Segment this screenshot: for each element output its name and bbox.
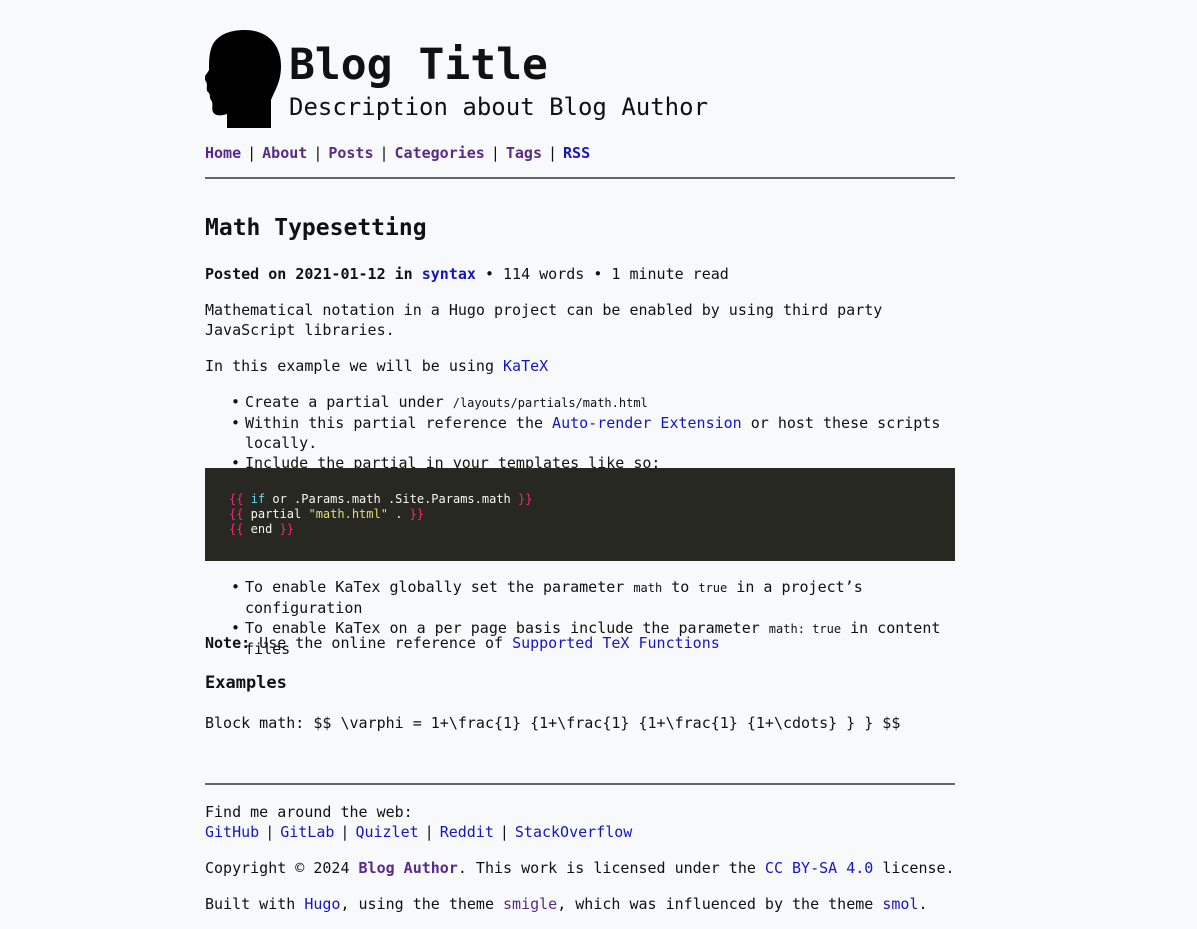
nav-separator: | <box>247 144 257 162</box>
example-prefix: In this example we will be using <box>205 357 504 375</box>
nav-categories[interactable]: Categories <box>395 144 485 162</box>
smol-link[interactable]: smol <box>882 895 918 913</box>
link-separator: | <box>424 823 434 841</box>
nav-separator: | <box>490 144 500 162</box>
github-link[interactable]: GitHub <box>205 823 259 841</box>
title-block: Blog Title Description about Blog Author <box>289 40 708 122</box>
social-links: GitHub | GitLab | Quizlet | Reddit | StackOverfl… <box>205 822 632 842</box>
list-item: Create a partial under /layouts/partials… <box>205 392 955 413</box>
category-link[interactable]: syntax <box>422 265 476 283</box>
nav-posts[interactable]: Posts <box>328 144 373 162</box>
nav-rss[interactable]: RSS <box>563 144 590 162</box>
list-item: Within this partial reference the Auto-r… <box>205 413 955 453</box>
code-line: {{ if or .Params.math .Site.Params.math … <box>229 492 931 507</box>
code-text: partial <box>243 507 309 521</box>
code-brace: }} <box>518 492 533 506</box>
stackoverflow-link[interactable]: StackOverflow <box>515 823 632 841</box>
inline-code: math: true <box>768 622 842 636</box>
inline-code: true <box>698 581 728 595</box>
code-text: . <box>387 507 410 521</box>
built-prefix: Built with <box>205 895 305 913</box>
code-brace: }} <box>409 507 425 521</box>
main-nav: Home | About | Posts | Categories | Tags | RSS <box>205 143 590 163</box>
meta-dot: • <box>593 265 603 283</box>
find-me-section: Find me around the web: GitHub | GitLab | Qu… <box>205 802 632 842</box>
footer-divider <box>205 783 955 785</box>
period: . <box>918 895 928 913</box>
header-divider <box>205 177 955 179</box>
hugo-link[interactable]: Hugo <box>304 895 340 913</box>
blog-title[interactable]: Blog Title <box>289 40 708 90</box>
code-block[interactable]: {{ if or .Params.math .Site.Params.math … <box>205 468 955 561</box>
built-with-line: Built with Hugo, using the theme smigle,… <box>205 894 927 914</box>
katex-link[interactable]: KaTeX <box>503 357 548 375</box>
intro-paragraph: Mathematical notation in a Hugo project … <box>205 301 883 339</box>
blog-description: Description about Blog Author <box>289 93 709 121</box>
author-silhouette-icon <box>205 30 281 128</box>
steps-list: Create a partial under /layouts/partials… <box>205 392 955 473</box>
copyright-prefix: Copyright © 2024 <box>205 859 359 877</box>
in-label: in <box>394 265 413 283</box>
auto-render-link[interactable]: Auto-render Extension <box>552 414 742 432</box>
block-math: Block math: $$ \varphi = 1+\frac{1} {1+\… <box>205 714 901 732</box>
meta-dot: • <box>484 265 494 283</box>
nav-separator: | <box>548 144 558 162</box>
read-time: 1 minute read <box>611 265 729 283</box>
posted-on-label: Posted on <box>205 265 287 283</box>
post-title: Math Typesetting <box>205 215 427 241</box>
code-text: end <box>243 522 280 536</box>
examples-heading: Examples <box>205 673 287 693</box>
license-link[interactable]: CC BY-SA 4.0 <box>765 859 873 877</box>
link-separator: | <box>265 823 275 841</box>
license-suffix: license. <box>873 859 955 877</box>
site-header: Blog Title Description about Blog Author <box>205 30 955 130</box>
code-brace: {{ <box>229 507 244 521</box>
influenced-mid: , which was influenced by the theme <box>557 895 883 913</box>
list-item: To enable KaTex globally set the paramet… <box>205 577 955 618</box>
inline-code: math <box>633 581 663 595</box>
code-line: {{ partial "math.html" . }} <box>229 507 931 522</box>
global-prefix: To enable KaTex globally set the paramet… <box>245 578 634 596</box>
note-text: Use the online reference of <box>250 634 513 652</box>
code-line: {{ end }} <box>229 522 931 537</box>
example-paragraph: In this example we will be using KaTeX <box>205 356 548 376</box>
step2-prefix: Within this partial reference the <box>245 414 553 432</box>
supported-tex-link[interactable]: Supported TeX Functions <box>512 634 720 652</box>
note-paragraph: Note: Use the online reference of Suppor… <box>205 633 720 653</box>
link-separator: | <box>499 823 509 841</box>
global-mid: to <box>662 578 699 596</box>
step1-text: Create a partial under <box>245 393 453 411</box>
nav-separator: | <box>313 144 323 162</box>
code-brace: }} <box>279 522 295 536</box>
link-separator: | <box>340 823 350 841</box>
inline-code: /layouts/partials/math.html <box>452 396 648 410</box>
code-brace: {{ <box>229 492 244 506</box>
theme-mid: , using the theme <box>340 895 504 913</box>
gitlab-link[interactable]: GitLab <box>280 823 334 841</box>
copyright-line: Copyright © 2024 Blog Author. This work … <box>205 858 955 878</box>
post-date: 2021-01-12 <box>295 265 386 283</box>
nav-home[interactable]: Home <box>205 144 241 162</box>
code-string: "math.html" <box>308 507 388 521</box>
nav-tags[interactable]: Tags <box>506 144 542 162</box>
nav-separator: | <box>379 144 389 162</box>
word-count: 114 words <box>503 265 585 283</box>
nav-about[interactable]: About <box>262 144 307 162</box>
smigle-link[interactable]: smigle <box>503 895 557 913</box>
note-label: Note: <box>205 634 251 652</box>
code-text: or .Params.math .Site.Params.math <box>265 492 519 506</box>
code-keyword: if <box>250 492 266 506</box>
find-me-label: Find me around the web: <box>205 803 413 821</box>
reddit-link[interactable]: Reddit <box>440 823 494 841</box>
license-prefix: . This work is licensed under the <box>457 859 765 877</box>
post-meta: Posted on 2021-01-12 in syntax • 114 wor… <box>205 264 729 284</box>
quizlet-link[interactable]: Quizlet <box>355 823 418 841</box>
author-link[interactable]: Blog Author <box>359 859 458 877</box>
code-brace: {{ <box>229 522 244 536</box>
